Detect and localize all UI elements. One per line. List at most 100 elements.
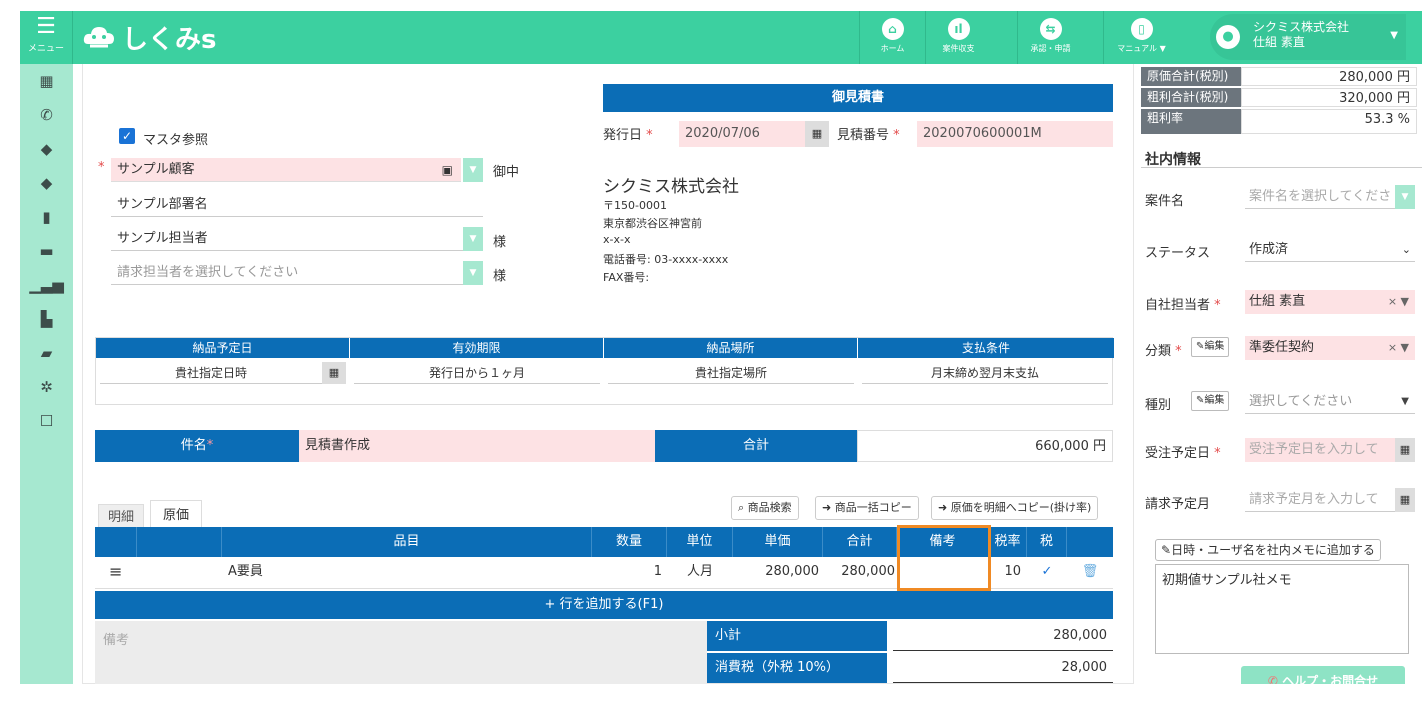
row-unit[interactable]: 人月 — [667, 557, 733, 587]
validity-input[interactable]: 発行日から１ヶ月 — [354, 362, 600, 384]
calendar-icon[interactable]: ▦ — [20, 64, 73, 98]
billing-month-calendar-icon[interactable]: ▦ — [1395, 488, 1415, 512]
issue-date-input[interactable]: 2020/07/06 — [679, 121, 805, 147]
internal-memo-textarea[interactable]: 初期値サンプル社メモ — [1155, 564, 1409, 654]
add-memo-stamp-button[interactable]: ✎日時・ユーザ名を社内メモに追加する — [1155, 539, 1381, 561]
contact-input[interactable]: サンプル担当者 — [111, 227, 463, 251]
col-unit: 単位 — [667, 527, 733, 557]
number-label-text: 見積番号 — [837, 128, 890, 143]
col-tax: 税 — [1027, 527, 1067, 557]
bulk-copy-label: 商品一括コピー — [834, 501, 912, 514]
department-input[interactable]: サンプル部署名 — [111, 193, 483, 217]
note-cell-highlight[interactable] — [897, 525, 991, 591]
project-dropdown-icon[interactable]: ▼ — [1395, 185, 1415, 209]
gear-icon[interactable]: ✲ — [20, 370, 73, 404]
master-ref-checkbox[interactable]: ✓ — [119, 128, 135, 144]
tag-icon[interactable]: ◆ — [20, 132, 73, 166]
copy-cost-button[interactable]: ➜ 原価を明細へコピー(掛け率) — [931, 496, 1099, 520]
tags-icon[interactable]: ◆ — [20, 166, 73, 200]
folder-icon[interactable]: ▰ — [20, 336, 73, 370]
delivery-date-calendar-icon[interactable]: ▦ — [322, 362, 346, 384]
menu-button[interactable]: ☰ メニュー — [20, 11, 73, 64]
nav-home[interactable]: ⌂ ホーム — [859, 11, 925, 64]
billing-contact-dropdown-icon[interactable]: ▼ — [463, 261, 483, 285]
type-select[interactable]: 選択してください ▼ — [1245, 390, 1415, 414]
status-select[interactable]: 作成済 ⌄ — [1245, 238, 1415, 262]
payment-terms-input[interactable]: 月末締め翌月末支払 — [862, 362, 1108, 384]
type-edit-label: 編集 — [1204, 395, 1225, 406]
contact-card-icon[interactable]: ▣ — [442, 158, 453, 182]
trash-icon[interactable]: 🗑 — [1067, 557, 1113, 587]
phone-icon: ✆ — [1267, 674, 1278, 684]
pencil-icon: ✎ — [1161, 543, 1172, 557]
phone-icon[interactable]: ✆ — [20, 98, 73, 132]
category-edit-button[interactable]: ✎編集 — [1191, 337, 1230, 357]
row-tax-rate[interactable]: 10 — [989, 557, 1021, 587]
category-select[interactable]: 準委任契約 × ▼ — [1245, 336, 1415, 360]
nav-project-balance[interactable]: ıl 案件収支 — [925, 11, 991, 64]
tab-cost[interactable]: 原価 — [150, 500, 202, 530]
issue-date-value: 2020/07/06 — [685, 126, 760, 141]
delivery-date-input[interactable]: 貴社指定日時 — [100, 362, 322, 384]
logo-text: しくみs — [122, 24, 217, 55]
user-company: シクミス株式会社 — [1253, 20, 1350, 34]
customer-input[interactable]: サンプル顧客 ▣ — [111, 158, 461, 182]
tax-check-icon[interactable]: ✓ — [1027, 557, 1067, 587]
number-required-mark: * — [893, 128, 900, 143]
row-qty[interactable]: 1 — [592, 557, 662, 587]
terms-header-delivery-place: 納品場所 — [604, 338, 858, 358]
project-input[interactable]: 案件名を選択してくださ — [1245, 185, 1395, 209]
home-icon: ⌂ — [881, 18, 904, 40]
clear-caret-icon[interactable]: × ▼ — [1388, 290, 1409, 314]
subject-input[interactable]: 見積書作成 — [299, 430, 655, 462]
product-search-button[interactable]: ⌕ 商品検索 — [731, 496, 799, 520]
category-required-mark: * — [1175, 344, 1182, 359]
user-name: 仕組 素直 — [1253, 35, 1305, 49]
owner-select[interactable]: 仕組 素直 × ▼ — [1245, 290, 1415, 314]
remarks-area[interactable]: 備考 — [95, 621, 707, 684]
checkbox-icon[interactable]: ☐ — [20, 404, 73, 438]
drag-handle-icon[interactable]: ≡ — [109, 557, 122, 587]
row-total: 280,000 — [841, 564, 895, 579]
nav-approval[interactable]: ⇆ 承認・申請 — [1017, 11, 1083, 64]
section-title: 社内情報 — [1145, 152, 1201, 168]
delivery-place-input[interactable]: 貴社指定場所 — [608, 362, 854, 384]
nav-project-balance-label: 案件収支 — [942, 44, 975, 53]
contact-dropdown-icon[interactable]: ▼ — [463, 227, 483, 251]
help-contact-button[interactable]: ✆ ヘルプ・お問合せ — [1241, 666, 1405, 684]
file-icon[interactable]: ▙ — [20, 302, 73, 336]
issue-date-calendar-icon[interactable]: ▦ — [805, 121, 829, 147]
type-edit-button[interactable]: ✎編集 — [1191, 391, 1230, 411]
doc-title: 御見積書 — [603, 84, 1113, 112]
order-date-calendar-icon[interactable]: ▦ — [1395, 438, 1415, 462]
terms-table: 納品予定日 有効期限 納品場所 支払条件 貴社指定日時 ▦ 発行日から１ヶ月 貴… — [95, 337, 1114, 405]
logo[interactable]: しくみs — [82, 19, 217, 55]
col-total: 合計 — [823, 527, 897, 557]
signal-icon[interactable]: ▁▃▅ — [20, 268, 73, 302]
col-qty: 数量 — [592, 527, 667, 557]
bar-chart-icon[interactable]: ▮ — [20, 200, 73, 234]
add-row-button[interactable]: + 行を追加する(F1) — [95, 591, 1113, 619]
nav-manual[interactable]: ▯ マニュアル ▼ — [1103, 11, 1179, 64]
subtotal-label: 小計 — [707, 621, 887, 651]
estimate-number-input[interactable]: 2020070600001M — [917, 121, 1113, 147]
user-menu-caret-icon: ▼ — [1390, 30, 1398, 41]
user-menu[interactable]: ● シクミス株式会社 仕組 素直 ▼ — [1210, 14, 1406, 60]
profit-rate-value: 53.3 % — [1241, 109, 1417, 134]
clear-caret-icon[interactable]: × ▼ — [1388, 336, 1409, 360]
card-icon[interactable]: ▬ — [20, 234, 73, 268]
customer-dropdown-icon[interactable]: ▼ — [463, 158, 483, 182]
order-date-label: 受注予定日 * — [1145, 442, 1221, 461]
company-address: 東京都渋谷区神宮前 — [603, 217, 702, 230]
chevron-down-icon: ⌄ — [1401, 243, 1411, 256]
status-value: 作成済 — [1249, 242, 1289, 257]
billing-month-input[interactable]: 請求予定月を入力して — [1245, 488, 1395, 512]
bulk-copy-button[interactable]: ➜ 商品一括コピー — [815, 496, 919, 520]
row-item[interactable]: A要員 — [228, 557, 263, 587]
profit-total-label: 粗利合計(税別) — [1141, 88, 1241, 107]
order-date-input[interactable]: 受注予定日を入力して — [1245, 438, 1395, 462]
hamburger-icon: ☰ — [36, 14, 56, 39]
col-item: 品目 — [222, 527, 592, 557]
billing-contact-input[interactable]: 請求担当者を選択してください — [111, 261, 463, 285]
row-price[interactable]: 280,000 — [733, 557, 819, 587]
